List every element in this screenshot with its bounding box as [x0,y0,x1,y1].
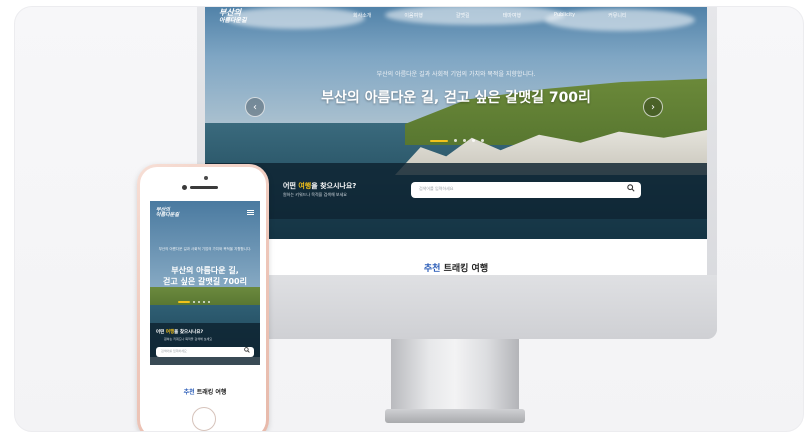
search-subtext: 원하는 키워드나 목적을 검색해 보세요 [283,192,347,197]
search-question-pre: 어떤 [283,182,299,190]
nav-menu: 회사소개 이음여행 갈맷길 테마여행 Publicity 커뮤니티 [353,12,627,19]
mobile-slider-dot[interactable] [208,301,210,303]
phone-front-camera [182,185,187,190]
search-section: 어떤 여행을 찾으시나요? 원하는 키워드나 목적을 검색해 보세요 검색어를 … [205,163,707,219]
nav-item-galmaetgil[interactable]: 갈맷길 [456,12,470,19]
slider-dot[interactable] [463,139,466,142]
search-question: 어떤 여행을 찾으시나요? [283,181,356,191]
site-logo[interactable]: 부산의 아름다운길 [219,9,247,25]
nav-item-theme[interactable]: 테마여행 [503,12,521,19]
desktop-screen: 부산의 아름다운길 회사소개 이음여행 갈맷길 테마여행 Publicity 커… [205,7,707,275]
hero-subtitle: 부산의 아름다운 길과 사회적 기업의 가치와 목적을 지향합니다. [376,71,536,78]
monitor-stand-neck [391,339,519,411]
logo-line-2: 아름다운길 [219,17,247,24]
hamburger-menu-icon[interactable] [247,210,254,215]
mobile-search-question-post: 을 찾으시나요? [174,330,204,335]
recommend-rest: 트래킹 여행 [440,264,489,274]
search-icon[interactable] [244,347,250,355]
slider-next-button[interactable]: › [643,97,663,117]
mobile-search-subtext: 원하는 키워드나 목적을 검색해 보세요 [164,337,212,341]
phone-home-button[interactable] [192,407,216,431]
top-nav: 부산의 아름다운길 회사소개 이음여행 갈맷길 테마여행 Publicity 커… [205,7,707,27]
mobile-hero-title-line-1: 부산의 아름다운 길, [171,266,239,275]
mockup-card: 부산의 아름다운길 회사소개 이음여행 갈맷길 테마여행 Publicity 커… [14,6,804,432]
slider-pagination [430,139,484,142]
mobile-hero-subtitle: 부산의 아름다운 길과 사회적 기업의 가치와 목적을 지향합니다. [158,247,252,251]
slider-prev-button[interactable]: ‹ [245,97,265,117]
mobile-phone: 부산의 아름다운길 부산의 아름다운 길과 사회적 기업의 가치와 목적을 지향… [137,164,269,431]
mobile-slider-dot[interactable] [193,301,195,303]
mobile-search-question-pre: 어떤 [156,330,166,335]
chevron-left-icon: ‹ [253,101,257,113]
search-input[interactable]: 검색어를 입력하세요 [411,182,641,198]
nav-item-trip[interactable]: 이음여행 [404,12,422,19]
mobile-hero-title-line-2: 걷고 싶은 갈맷길 700리 [163,277,247,286]
mobile-hero-title: 부산의 아름다운 길, 걷고 싶은 갈맷길 700리 [150,265,260,287]
mobile-logo[interactable]: 부산의 아름다운길 [156,208,179,218]
slider-dot[interactable] [454,139,457,142]
search-icon[interactable] [627,184,635,194]
mobile-slider-dot-active[interactable] [178,301,190,303]
mobile-search-input[interactable]: 검색어를 입력하세요 [156,347,254,357]
mobile-slider-dot[interactable] [203,301,205,303]
search-placeholder: 검색어를 입력하세요 [419,186,454,191]
mobile-recommend-accent: 추천 [183,389,195,396]
phone-speaker [190,186,218,189]
monitor-stand-foot [385,409,525,423]
mobile-recommend-heading: 추천 트래킹 여행 [150,387,260,396]
mobile-screen: 부산의 아름다운길 부산의 아름다운 길과 사회적 기업의 가치와 목적을 지향… [150,201,260,401]
chevron-right-icon: › [651,101,655,113]
desktop-monitor: 부산의 아름다운길 회사소개 이음여행 갈맷길 테마여행 Publicity 커… [197,7,717,339]
monitor-chin [197,275,717,339]
slider-dot-active[interactable] [430,139,448,142]
phone-camera-dot [204,176,208,180]
mobile-search-placeholder: 검색어를 입력하세요 [161,349,187,353]
mobile-slider-dot[interactable] [198,301,200,303]
mobile-slider-pagination [178,301,210,303]
logo-line-1: 부산의 [219,8,242,17]
mobile-search-question: 어떤 여행을 찾으시나요? [156,329,203,335]
nav-item-publicity[interactable]: Publicity [554,12,575,19]
recommend-accent: 추천 [423,264,441,274]
mobile-search-section: 어떤 여행을 찾으시나요? 원하는 키워드나 목적을 검색해 보세요 검색어를 … [150,323,260,365]
nav-item-about[interactable]: 회사소개 [353,12,371,19]
recommend-heading: 추천 트래킹 여행 [205,261,707,274]
hero-title: 부산의 아름다운 길, 걷고 싶은 갈맷길 700리 [321,90,591,106]
slider-dot[interactable] [472,139,475,142]
nav-item-community[interactable]: 커뮤니티 [608,12,626,19]
mobile-search-question-highlight: 여행 [165,330,175,335]
phone-face: 부산의 아름다운길 부산의 아름다운 길과 사회적 기업의 가치와 목적을 지향… [140,167,266,431]
slider-dot[interactable] [481,139,484,142]
search-question-post: 을 찾으시나요? [311,182,357,190]
mockup-stage: 부산의 아름다운길 회사소개 이음여행 갈맷길 테마여행 Publicity 커… [0,0,811,438]
mobile-logo-line-2: 아름다운길 [156,212,180,218]
search-question-highlight: 여행 [298,182,312,190]
mobile-recommend-rest: 트래킹 여행 [194,389,227,396]
